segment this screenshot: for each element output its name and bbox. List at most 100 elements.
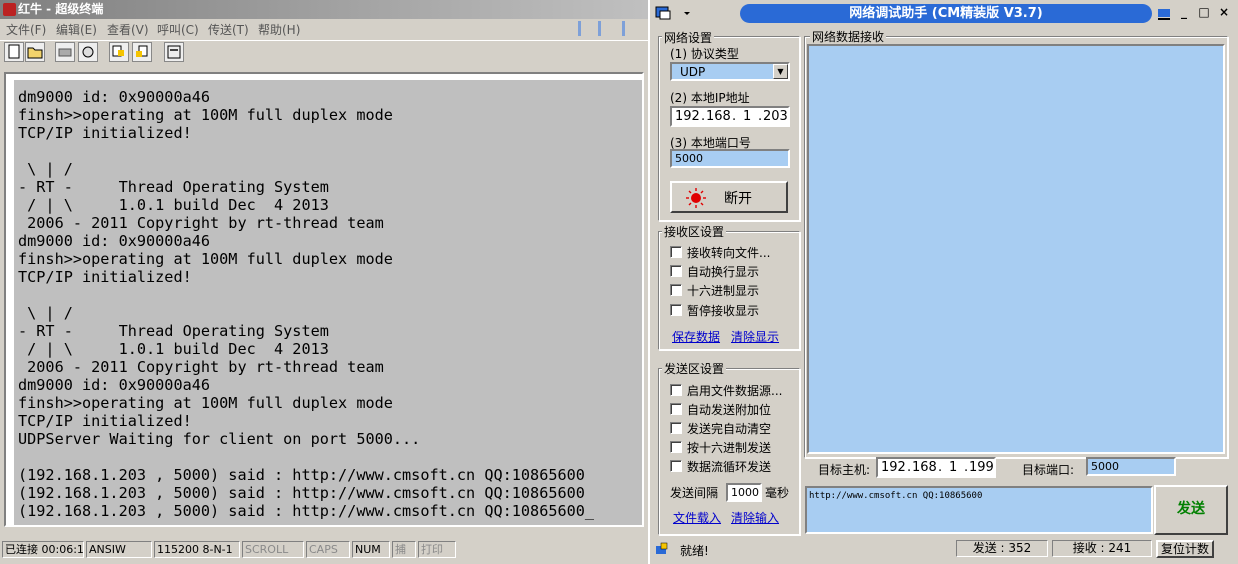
disconnect-icon[interactable] <box>78 42 98 62</box>
terminal-window: 红牛 - 超级终端 文件(F) 编辑(E) 查看(V) 呼叫(C) 传送(T) … <box>0 0 648 564</box>
target-host-input[interactable]: 192 . 168 . 1 . 199 <box>876 457 996 478</box>
clear-display-link[interactable]: 清除显示 <box>731 328 779 345</box>
send-button[interactable]: 发送 <box>1154 485 1228 535</box>
clear-input-link[interactable]: 清除输入 <box>731 509 779 526</box>
status-connected: 已连接 00:06:16 <box>2 541 84 558</box>
send-interval-label: 发送间隔 <box>670 486 719 500</box>
net-title-bar[interactable]: 网络调试助手 (CM精装版 V3.7) _ □ × <box>650 0 1238 27</box>
file-source-label: 启用文件数据源... <box>687 384 783 398</box>
sent-counter: 发送 : 352 <box>956 540 1048 557</box>
hex-display-checkbox[interactable] <box>670 284 682 296</box>
status-port-settings: 115200 8-N-1 <box>154 541 240 558</box>
open-folder-icon[interactable] <box>25 42 45 62</box>
auto-append-label: 自动发送附加位 <box>687 403 772 417</box>
auto-clear-label: 发送完自动清空 <box>687 422 772 436</box>
menu-edit[interactable]: 编辑(E) <box>56 21 97 38</box>
terminal-output: dm9000 id: 0x90000a46 finsh>>operating a… <box>18 88 595 520</box>
auto-clear-checkbox[interactable] <box>670 422 682 434</box>
status-ready: 就绪! <box>680 544 709 558</box>
auto-wrap-checkbox[interactable] <box>670 265 682 277</box>
net-assistant-window: 网络调试助手 (CM精装版 V3.7) _ □ × 网络设置 (1) 协议类型 … <box>648 0 1238 564</box>
target-ip-octet-2[interactable]: 168 <box>912 460 937 475</box>
protocol-value: UDP <box>680 65 706 79</box>
auto-wrap-label: 自动换行显示 <box>687 265 760 279</box>
send-input-area[interactable]: http://www.cmsoft.cn QQ:10865600 <box>805 486 1153 534</box>
protocol-label: (1) 协议类型 <box>670 47 739 61</box>
receive-area-title: 网络数据接收 <box>810 28 887 45</box>
terminal-output-area[interactable]: dm9000 id: 0x90000a46 finsh>>operating a… <box>14 80 642 525</box>
new-connection-icon[interactable] <box>4 42 24 62</box>
menu-file[interactable]: 文件(F) <box>6 21 46 38</box>
pause-receive-checkbox[interactable] <box>670 304 682 316</box>
receive-settings-title: 接收区设置 <box>662 223 727 240</box>
local-ip-octet-2[interactable]: 168 <box>706 109 731 124</box>
terminal-status-bar: 已连接 00:06:16 ANSIW 115200 8-N-1 SCROLL C… <box>0 540 648 560</box>
hex-send-label: 按十六进制发送 <box>687 441 772 455</box>
terminal-toolbar <box>0 40 648 64</box>
target-ip-octet-1[interactable]: 192 <box>881 460 906 475</box>
red-light-icon <box>686 188 706 208</box>
menu-view[interactable]: 查看(V) <box>107 21 149 38</box>
menu-divider <box>622 21 625 36</box>
load-file-link[interactable]: 文件载入 <box>673 509 721 526</box>
menu-divider <box>598 21 601 36</box>
call-icon[interactable] <box>55 42 75 62</box>
status-scroll: SCROLL <box>242 541 304 558</box>
send-interval-input[interactable]: 1000 <box>726 483 762 502</box>
loop-send-label: 数据流循环发送 <box>687 460 772 474</box>
receive-data-area[interactable] <box>807 44 1225 454</box>
network-settings-title: 网络设置 <box>662 29 715 46</box>
status-caps: CAPS <box>306 541 350 558</box>
disconnect-label: 断开 <box>724 191 752 207</box>
save-data-link[interactable]: 保存数据 <box>672 328 720 345</box>
terminal-menu-bar: 文件(F) 编辑(E) 查看(V) 呼叫(C) 传送(T) 帮助(H) <box>0 19 648 38</box>
send-interval-unit: 毫秒 <box>765 486 790 500</box>
send-settings-title: 发送区设置 <box>662 360 727 377</box>
send-file-icon[interactable] <box>109 42 129 62</box>
local-port-input[interactable]: 5000 <box>670 149 790 168</box>
pause-receive-label: 暂停接收显示 <box>687 304 760 318</box>
net-title: 网络调试助手 (CM精装版 V3.7) <box>740 4 1152 23</box>
protocol-select[interactable]: UDP ▼ <box>670 62 790 81</box>
terminal-app-icon <box>3 3 16 16</box>
menu-transfer[interactable]: 传送(T) <box>208 21 249 38</box>
receive-file-icon[interactable] <box>132 42 152 62</box>
auto-append-checkbox[interactable] <box>670 403 682 415</box>
menu-help[interactable]: 帮助(H) <box>258 21 300 38</box>
menu-call[interactable]: 呼叫(C) <box>157 21 199 38</box>
disconnect-button[interactable]: 断开 <box>670 181 788 213</box>
file-source-checkbox[interactable] <box>670 384 682 396</box>
terminal-screen[interactable]: dm9000 id: 0x90000a46 finsh>>operating a… <box>4 72 644 527</box>
local-ip-octet-1[interactable]: 192 <box>675 109 700 124</box>
terminal-title-bar[interactable]: 红牛 - 超级终端 <box>0 0 648 19</box>
menu-divider <box>578 21 581 36</box>
local-ip-octet-3[interactable]: 1 <box>743 109 751 124</box>
target-ip-octet-4[interactable]: 199 <box>969 460 994 475</box>
status-num: NUM <box>352 541 390 558</box>
loop-send-checkbox[interactable] <box>670 460 682 472</box>
status-emulation: ANSIW <box>86 541 152 558</box>
local-ip-input[interactable]: 192 . 168 . 1 . 203 <box>670 106 790 127</box>
local-ip-octet-4[interactable]: 203 <box>763 109 788 124</box>
hex-send-checkbox[interactable] <box>670 441 682 453</box>
target-ip-octet-3[interactable]: 1 <box>949 460 957 475</box>
target-port-input[interactable]: 5000 <box>1086 457 1176 476</box>
received-counter: 接收 : 241 <box>1052 540 1152 557</box>
maximize-icon[interactable]: □ <box>1196 4 1212 20</box>
status-capture: 捕 <box>392 541 416 558</box>
close-icon[interactable]: × <box>1216 4 1232 20</box>
properties-icon[interactable] <box>164 42 184 62</box>
receive-to-file-checkbox[interactable] <box>670 246 682 258</box>
system-menu-icon[interactable] <box>654 4 692 22</box>
reset-count-button[interactable]: 复位计数 <box>1156 540 1214 558</box>
pin-icon[interactable] <box>1156 6 1172 22</box>
hex-display-label: 十六进制显示 <box>687 284 760 298</box>
status-print: 打印 <box>418 541 456 558</box>
receive-to-file-label: 接收转向文件... <box>687 246 771 260</box>
target-host-label: 目标主机: <box>818 463 871 477</box>
target-port-label: 目标端口: <box>1022 463 1075 477</box>
local-ip-label: (2) 本地IP地址 <box>670 91 750 105</box>
chevron-down-icon[interactable]: ▼ <box>773 64 788 79</box>
terminal-title: 红牛 - 超级终端 <box>18 2 104 16</box>
minimize-icon[interactable]: _ <box>1176 4 1192 20</box>
